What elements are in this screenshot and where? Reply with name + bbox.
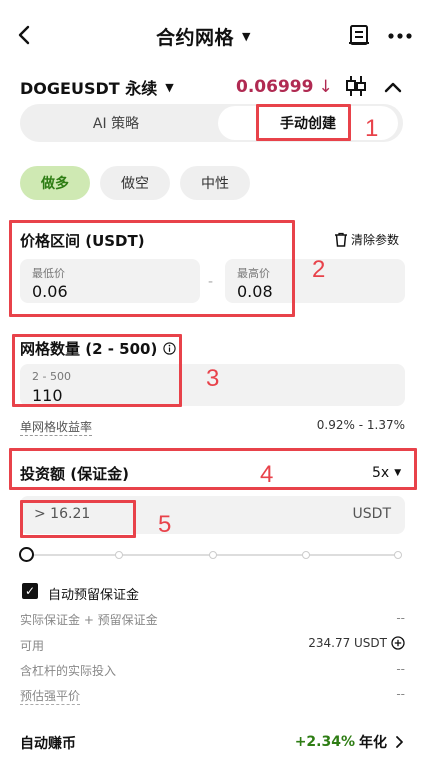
slider-step-75[interactable]: [302, 551, 310, 559]
info-row-value: --: [396, 611, 405, 625]
add-circle-icon[interactable]: [391, 636, 405, 650]
chart-button[interactable]: [344, 74, 368, 98]
auto-earn-rate: +2.34%: [294, 734, 355, 750]
min-price-field[interactable]: 最低价 0.06: [20, 259, 200, 303]
leverage-selector[interactable]: 5x ▼: [372, 465, 401, 481]
grid-count-title: 网格数量 (2 - 500): [20, 340, 158, 358]
info-row-value: 234.77 USDT: [308, 636, 387, 650]
chevron-down-icon: ▼: [394, 468, 402, 478]
auto-earn-suffix: 年化: [359, 735, 387, 751]
grid-yield-value: 0.92% - 1.37%: [316, 418, 405, 432]
price-value: 0.06999: [236, 77, 314, 97]
grid-count-value: 110: [32, 386, 63, 405]
clear-params-label: 清除参数: [351, 233, 400, 247]
direction-long-button[interactable]: 做多: [20, 166, 90, 200]
info-row-label: 预估强平价: [20, 689, 81, 705]
annotation-number-3: 3: [206, 365, 220, 392]
investment-input-value: > 16.21: [34, 506, 91, 522]
document-icon: [349, 25, 369, 45]
last-price: 0.06999 ↓: [236, 76, 333, 98]
price-range-title: 价格区间 (USDT): [20, 232, 145, 250]
slider-step-50[interactable]: [209, 551, 217, 559]
auto-earn-label: 自动赚币: [20, 736, 76, 752]
chevron-up-icon: [384, 82, 402, 93]
clear-params-button[interactable]: 清除参数: [334, 231, 399, 248]
chevron-down-icon: ▼: [165, 80, 174, 94]
annotation-number-4: 4: [260, 461, 274, 488]
annotation-number-5: 5: [158, 511, 172, 538]
available-balance: 234.77 USDT: [308, 636, 405, 650]
min-price-value: 0.06: [32, 282, 68, 301]
page-title-dropdown[interactable]: 合约网格 ▼: [156, 24, 251, 49]
range-separator: -: [208, 274, 214, 290]
pair-name: DOGEUSDT 永续: [20, 79, 158, 98]
candlestick-icon: [346, 76, 366, 96]
info-row-label: 含杠杆的实际投入: [20, 664, 117, 678]
collapse-button[interactable]: [382, 78, 404, 96]
direction-neutral-button[interactable]: 中性: [180, 166, 250, 200]
slider-step-100[interactable]: [394, 551, 402, 559]
document-button[interactable]: [348, 24, 370, 46]
auto-earn-row[interactable]: +2.34% 年化: [295, 732, 407, 752]
more-icon: [388, 33, 412, 39]
more-button[interactable]: [386, 26, 414, 46]
arrow-down-icon: ↓: [318, 77, 333, 97]
checkmark-icon: ✓: [24, 584, 36, 598]
annotation-number-1: 1: [365, 115, 379, 142]
investment-unit: USDT: [352, 506, 391, 522]
grid-yield-label: 单网格收益率: [20, 420, 93, 436]
chevron-left-icon: [18, 25, 30, 45]
info-row-value: --: [396, 687, 405, 701]
grid-count-placeholder: 2 - 500: [32, 370, 71, 383]
info-icon[interactable]: [163, 342, 177, 355]
auto-margin-checkbox[interactable]: ✓: [22, 583, 38, 599]
tab-ai-strategy[interactable]: AI 策略: [20, 104, 212, 142]
slider-step-25[interactable]: [115, 551, 123, 559]
pair-selector[interactable]: DOGEUSDT 永续 ▼: [20, 76, 174, 98]
max-price-value: 0.08: [237, 282, 273, 301]
trash-icon: [335, 232, 347, 247]
auto-margin-label: 自动预留保证金: [48, 588, 140, 603]
investment-field[interactable]: > 16.21 USDT: [20, 496, 405, 534]
investment-title: 投资额 (保证金): [20, 465, 129, 483]
info-row-label: 可用: [20, 639, 45, 653]
info-row-label: 实际保证金 + 预留保证金: [20, 613, 158, 627]
direction-short-button[interactable]: 做空: [100, 166, 170, 200]
grid-count-header: 网格数量 (2 - 500): [20, 338, 177, 359]
chevron-right-icon: [396, 736, 403, 748]
min-price-label: 最低价: [32, 267, 65, 280]
page-title: 合约网格: [156, 26, 235, 49]
slider-handle[interactable]: [19, 547, 34, 562]
back-button[interactable]: [14, 22, 36, 48]
annotation-number-2: 2: [312, 256, 326, 283]
info-row-value: --: [396, 662, 405, 676]
chevron-down-icon: ▼: [242, 29, 251, 43]
leverage-value: 5x: [372, 465, 390, 481]
max-price-label: 最高价: [237, 267, 270, 280]
